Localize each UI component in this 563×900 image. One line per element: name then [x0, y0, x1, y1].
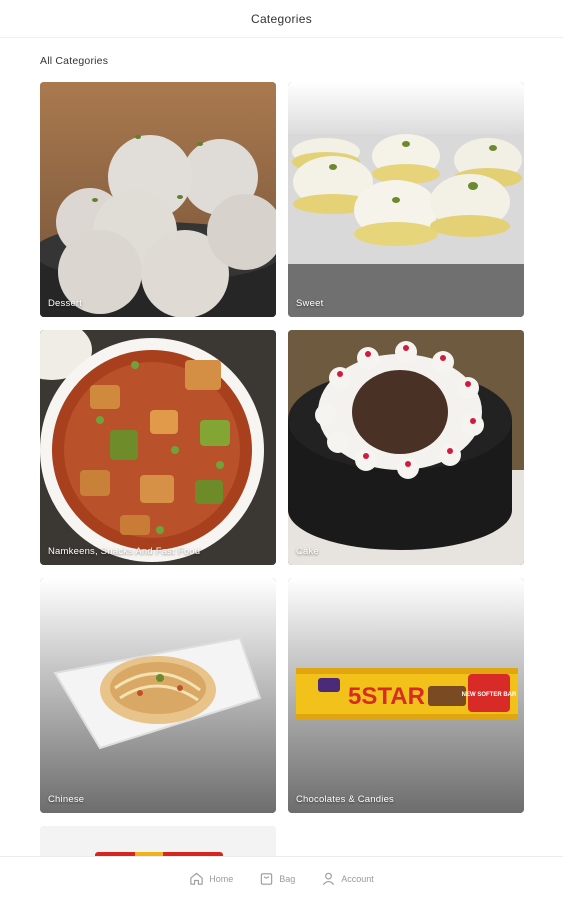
nav-home[interactable]: Home: [189, 871, 233, 886]
category-name: Namkeens, Snacks And Fast Food: [48, 546, 201, 557]
category-card-namkeens[interactable]: Namkeens, Snacks And Fast Food: [40, 330, 276, 565]
category-name: Sweet: [296, 298, 324, 309]
bag-icon: [261, 873, 273, 885]
page-title: Categories: [250, 11, 313, 26]
nav-bag[interactable]: Bag: [259, 871, 295, 886]
home-icon: [190, 872, 203, 885]
category-name: Dessert: [48, 298, 83, 309]
product-badge-text: NEW SOFTER BAR: [462, 692, 517, 698]
bottom-nav: Home Bag Account: [0, 856, 563, 900]
chinese-image: [40, 578, 276, 813]
category-card-dessert[interactable]: Dessert: [40, 82, 276, 317]
namkeens-image: [40, 330, 276, 565]
category-card-cake[interactable]: Cake: [288, 330, 524, 565]
nav-home-label: Home: [209, 873, 234, 884]
dessert-image: [40, 82, 276, 317]
nav-account[interactable]: Account: [321, 871, 374, 886]
category-card-sweet[interactable]: Sweet: [288, 82, 524, 317]
cake-image: [288, 330, 524, 565]
nav-account-label: Account: [341, 873, 374, 884]
chocolates-image: 5STAR NEW SOFTER BAR: [288, 578, 524, 813]
nav-bag-label: Bag: [279, 873, 296, 884]
category-card-chinese[interactable]: Chinese: [40, 578, 276, 813]
category-name: Cake: [296, 546, 319, 557]
app-bar: Categories: [0, 0, 563, 38]
category-card-chocolates[interactable]: 5STAR NEW SOFTER BAR Chocolates & Candie…: [288, 578, 524, 813]
category-name: Chinese: [48, 794, 85, 805]
section-label: All Categories: [40, 55, 109, 67]
product-logo-text: 5STAR: [348, 683, 425, 710]
account-icon: [323, 872, 335, 885]
category-name: Chocolates & Candies: [296, 794, 394, 805]
sweet-image: [288, 82, 524, 317]
